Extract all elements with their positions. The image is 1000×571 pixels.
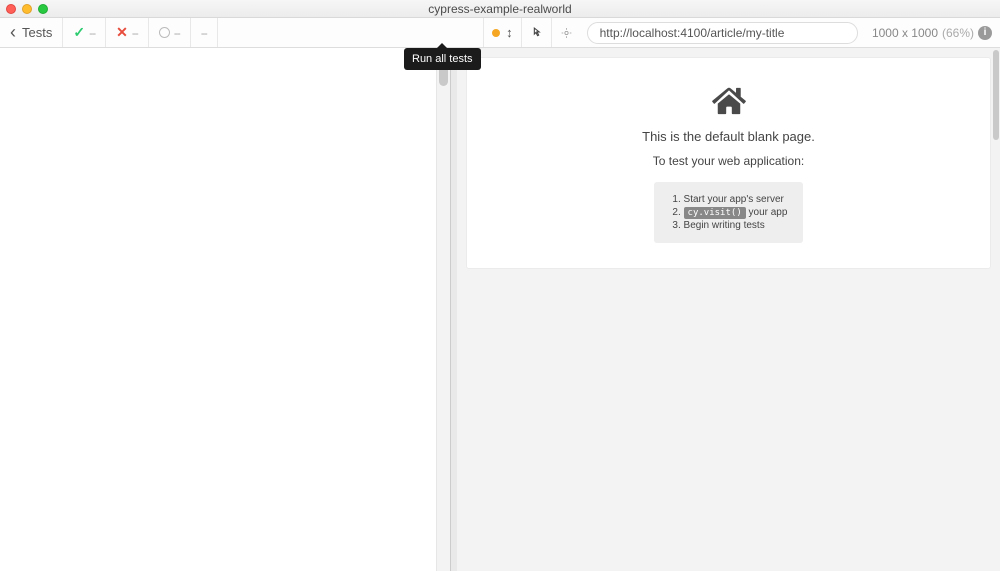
crosshair-icon <box>560 25 573 41</box>
close-window-button[interactable] <box>6 4 16 14</box>
steps-box: Start your app's server cy.visit() your … <box>654 182 804 243</box>
back-to-tests-button[interactable]: Tests <box>0 18 63 47</box>
maximize-window-button[interactable] <box>38 4 48 14</box>
viewport-size: 1000 x 1000 <box>872 26 938 40</box>
toolbar: Tests ✓ -- ✕ -- -- -- ↕ 1000 x 1000 (66%… <box>0 18 1000 48</box>
info-icon: i <box>978 26 992 40</box>
app-preview-pane: This is the default blank page. To test … <box>457 48 1000 571</box>
command-log-pane <box>0 48 451 571</box>
blank-page-heading: This is the default blank page. <box>642 129 815 144</box>
pointer-icon <box>530 25 543 41</box>
x-icon: ✕ <box>116 24 128 41</box>
duration-value: -- <box>201 26 207 40</box>
step-2-rest: your app <box>746 207 788 218</box>
url-input[interactable] <box>587 22 858 44</box>
step-2-code: cy.visit() <box>684 207 746 219</box>
passed-value: -- <box>89 26 95 40</box>
pending-value: -- <box>174 26 180 40</box>
app-preview: This is the default blank page. To test … <box>467 58 990 268</box>
failed-count: ✕ -- <box>106 18 149 47</box>
blank-page-subheading: To test your web application: <box>653 154 804 168</box>
step-1: Start your app's server <box>684 194 788 205</box>
traffic-lights <box>6 4 48 14</box>
status-indicator: ↕ <box>483 18 521 47</box>
check-icon: ✓ <box>73 24 85 41</box>
window-titlebar: cypress-example-realworld <box>0 0 1000 18</box>
home-icon <box>711 86 747 119</box>
step-2: cy.visit() your app <box>684 207 788 218</box>
left-scrollbar[interactable] <box>436 48 450 571</box>
selector-playground-button[interactable] <box>551 18 581 47</box>
failed-value: -- <box>132 26 138 40</box>
run-all-tooltip: Run all tests <box>404 48 481 70</box>
back-label: Tests <box>22 25 52 40</box>
right-scrollbar-thumb[interactable] <box>993 50 999 140</box>
sort-icon: ↕ <box>506 25 513 40</box>
step-3: Begin writing tests <box>684 220 788 231</box>
run-all-tests-button[interactable] <box>521 18 551 47</box>
pending-count: -- <box>149 18 191 47</box>
viewport-info[interactable]: 1000 x 1000 (66%) i <box>864 18 1000 47</box>
circle-icon <box>159 27 170 38</box>
duration: -- <box>191 18 218 47</box>
content-area: This is the default blank page. To test … <box>0 48 1000 571</box>
minimize-window-button[interactable] <box>22 4 32 14</box>
viewport-scale: (66%) <box>942 26 974 40</box>
right-scrollbar[interactable] <box>992 48 1000 571</box>
chevron-left-icon <box>10 22 18 43</box>
window-title: cypress-example-realworld <box>0 2 1000 16</box>
passed-count: ✓ -- <box>63 18 106 47</box>
warning-dot-icon <box>492 29 500 37</box>
